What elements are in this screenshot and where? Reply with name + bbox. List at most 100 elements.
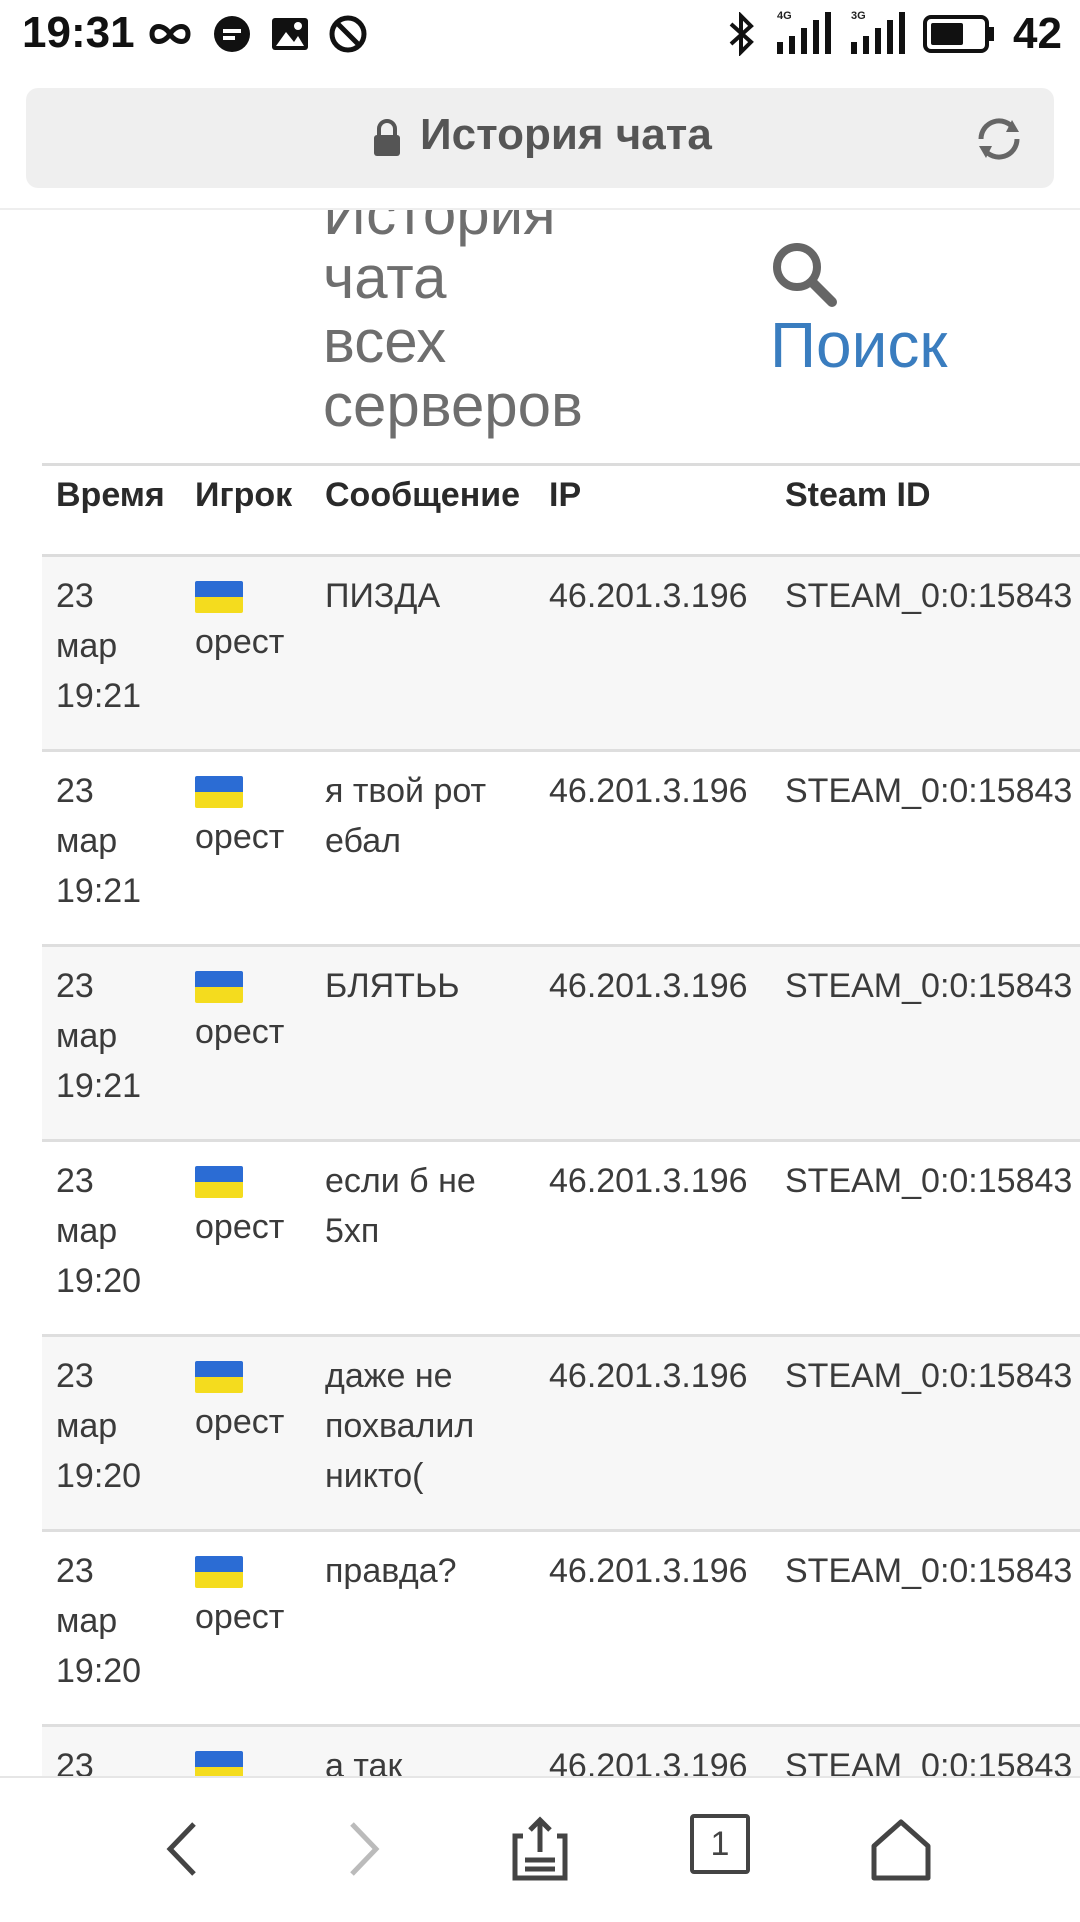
ip-cell: 46.201.3.196 <box>535 1335 771 1532</box>
time-cell: 23 мар 19:21 <box>42 945 181 1142</box>
time-text: мар <box>56 822 118 860</box>
column-header-message[interactable]: Сообщение <box>311 463 535 557</box>
time-text: мар <box>56 627 118 665</box>
table-row: 23мар19:20ореста такхорошо всешло 46.201.… <box>42 1725 1080 1776</box>
message-text: а так <box>325 1747 403 1776</box>
message-text: если б не <box>325 1162 476 1200</box>
infinity-icon <box>149 24 191 44</box>
ukraine-flag-icon <box>195 1166 243 1198</box>
player-name[interactable]: орест <box>195 1592 311 1642</box>
column-header-time[interactable]: Время <box>42 463 181 557</box>
ukraine-flag-icon <box>195 581 243 613</box>
column-header-ip[interactable]: IP <box>535 463 771 557</box>
steam-id-cell: STEAM_0:0:15843 <box>771 1335 1080 1532</box>
message-cell: даже не похвалил никто( <box>311 1335 535 1532</box>
address-bar[interactable]: История чата <box>26 88 1054 188</box>
table-row: 23 мар 19:21 орест я твой рот ебал 46.201.3.19… <box>42 750 1080 947</box>
player-name[interactable]: орест <box>195 1397 311 1447</box>
signal-3g-label: 3G <box>851 10 866 22</box>
time-text: 19:20 <box>56 1262 142 1300</box>
ip-cell: 46.201.3.196 <box>535 945 771 1142</box>
ip-cell: 46.201.3.196 <box>535 1530 771 1727</box>
search-link[interactable]: Поиск <box>770 240 947 381</box>
table-row: 23 мар 19:21 орест ПИЗДА 46.201.3.196 STEAM_0:… <box>42 555 1080 752</box>
ip-cell: 46.201.3.196 <box>535 750 771 947</box>
ukraine-flag-icon <box>195 1556 243 1588</box>
steam-id-cell: STEAM_0:0:15843 <box>771 1725 1080 1776</box>
steam-id-cell: STEAM_0:0:15843 <box>771 555 1080 752</box>
player-name[interactable]: орест <box>195 617 311 667</box>
player-cell: орест <box>181 945 311 1142</box>
steam-id-text: STEAM_0:0:15843 <box>785 1552 1073 1590</box>
steam-id-cell: STEAM_0:0:15843 <box>771 1530 1080 1727</box>
time-text: 19:21 <box>56 677 142 715</box>
bluetooth-icon <box>729 12 754 56</box>
time-cell: 23мар19:20 <box>42 1725 181 1776</box>
ip-text: 46.201.3.196 <box>549 1357 748 1395</box>
ip-text: 46.201.3.196 <box>549 967 748 1005</box>
chat-history-table: Время Игрок Сообщение IP Steam ID 23 мар 1… <box>42 463 1080 1776</box>
reload-icon[interactable] <box>972 112 1026 166</box>
ip-text: 46.201.3.196 <box>549 1162 748 1200</box>
column-header-steam-id[interactable]: Steam ID <box>771 463 1080 557</box>
tabs-icon[interactable]: 1 <box>690 1814 760 1884</box>
ip-cell: 46.201.3.196 <box>535 1140 771 1337</box>
system-icons: 4G 3G 42 <box>727 8 1062 60</box>
steam-id-cell: STEAM_0:0:15843 <box>771 750 1080 947</box>
ip-cell: 46.201.3.196 <box>535 555 771 752</box>
ip-text: 46.201.3.196 <box>549 772 748 810</box>
heading-line: чата <box>323 244 447 311</box>
battery-icon <box>923 15 995 53</box>
share-icon[interactable] <box>505 1814 575 1884</box>
heading-line: серверов <box>323 372 583 439</box>
home-icon[interactable] <box>866 1814 936 1884</box>
time-cell: 23 мар 19:21 <box>42 750 181 947</box>
search-label[interactable]: Поиск <box>770 308 947 382</box>
ip-text: 46.201.3.196 <box>549 1747 748 1776</box>
bottom-navigation: 1 <box>0 1776 1080 1922</box>
time-text: 23 <box>56 772 94 810</box>
time-cell: 23мар19:20 <box>42 1140 181 1337</box>
message-cell: БЛЯТЬЬ <box>311 945 535 1142</box>
search-icon[interactable] <box>770 240 838 308</box>
player-name[interactable]: орест <box>195 812 311 862</box>
time-text: мар <box>56 1017 118 1055</box>
ip-text: 46.201.3.196 <box>549 577 748 615</box>
ukraine-flag-icon <box>195 1361 243 1393</box>
player-name[interactable]: орест <box>195 1007 311 1057</box>
message-cell: правда? <box>311 1530 535 1727</box>
ip-text: 46.201.3.196 <box>549 1552 748 1590</box>
message-cell: если б не 5хп <box>311 1140 535 1337</box>
signal-3g-icon: 3G <box>849 10 906 56</box>
time-cell: 23мар19:20 <box>42 1335 181 1532</box>
steam-id-cell: STEAM_0:0:15843 <box>771 1140 1080 1337</box>
back-icon[interactable] <box>150 1814 220 1884</box>
page-viewport[interactable]: История чата всех серверов Поиск Время И… <box>0 210 1080 1776</box>
message-text: даже не <box>325 1357 453 1395</box>
table-row: 23 мар 19:20 орест правда? 46.201.3.196 STEAM_… <box>42 1530 1080 1727</box>
table-row: 23 мар 19:20 орест если б не 5хп 46.201.3.196 S… <box>42 1140 1080 1337</box>
message-cell: я твой рот ебал <box>311 750 535 947</box>
steam-id-cell: STEAM_0:0:15843 <box>771 945 1080 1142</box>
battery-level: 42 <box>1013 9 1062 58</box>
table-header-row: Время Игрок Сообщение IP Steam ID <box>42 463 1080 557</box>
forward-icon[interactable] <box>326 1814 396 1884</box>
steam-id-text: STEAM_0:0:15843 <box>785 1747 1073 1776</box>
message-text: 5хп <box>325 1212 380 1250</box>
message-text: ПИЗДА <box>325 577 441 615</box>
player-name[interactable]: орест <box>195 1202 311 1252</box>
ukraine-flag-icon <box>195 1751 243 1776</box>
chat-bubble-icon <box>214 16 250 52</box>
column-header-player[interactable]: Игрок <box>181 463 311 557</box>
notification-icons <box>146 10 368 58</box>
player-cell: орест <box>181 1140 311 1337</box>
status-time: 19:31 <box>22 8 135 57</box>
status-bar: 19:31 4G 3G 42 <box>0 0 1080 72</box>
time-text: мар <box>56 1602 118 1640</box>
time-text: 19:21 <box>56 1067 142 1105</box>
time-cell: 23мар19:20 <box>42 1530 181 1727</box>
time-text: мар <box>56 1407 118 1445</box>
time-text: 23 <box>56 1357 94 1395</box>
steam-id-text: STEAM_0:0:15843 <box>785 1162 1073 1200</box>
time-cell: 23 мар 19:21 <box>42 555 181 752</box>
